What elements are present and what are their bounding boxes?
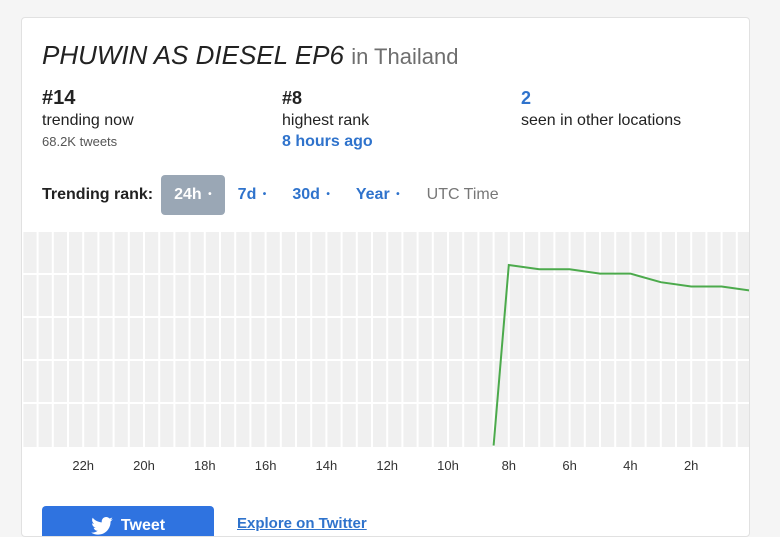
page-title: PHUWIN AS DIESEL EP6 in Thailand (42, 40, 458, 72)
rank-label: Trending rank: (42, 186, 153, 204)
x-tick-label: 10h (437, 458, 459, 473)
other-locations-label: seen in other locations (521, 110, 681, 132)
x-tick-label: 6h (562, 458, 576, 473)
x-tick-label: 4h (623, 458, 637, 473)
x-tick-label: 20h (133, 458, 155, 473)
tweet-count: 68.2K tweets (42, 132, 134, 152)
highest-rank: #8 (282, 86, 373, 110)
highest-rank-time: 8 hours ago (282, 132, 373, 152)
stat-trending-now: #14 trending now 68.2K tweets (42, 86, 134, 152)
rank-chart (22, 232, 750, 447)
range-year-button[interactable]: Year • (343, 175, 413, 215)
tweet-button-label: Tweet (121, 517, 165, 535)
x-tick-label: 8h (502, 458, 516, 473)
x-tick-label: 18h (194, 458, 216, 473)
chart-x-axis: 22h 20h 18h 16h 14h 12h 10h 8h 6h 4h 2h (22, 458, 750, 478)
rank-series-line (494, 265, 750, 446)
trend-card: PHUWIN AS DIESEL EP6 in Thailand #14 tre… (21, 17, 750, 537)
highest-rank-label: highest rank (282, 110, 373, 132)
x-tick-label: 22h (72, 458, 94, 473)
rank-range-selector: Trending rank: 24h • 7d • 30d • Year • U… (42, 175, 499, 215)
x-tick-label: 14h (316, 458, 338, 473)
stat-other-locations[interactable]: 2 seen in other locations (521, 86, 681, 132)
explore-on-twitter-link[interactable]: Explore on Twitter (237, 515, 367, 532)
range-30d-button[interactable]: 30d • (279, 175, 343, 215)
x-tick-label: 2h (684, 458, 698, 473)
utc-time-toggle[interactable]: UTC Time (413, 186, 499, 204)
stat-highest-rank: #8 highest rank 8 hours ago (282, 86, 373, 152)
current-rank: #14 (42, 86, 134, 110)
x-tick-label: 12h (376, 458, 398, 473)
x-tick-label: 16h (255, 458, 277, 473)
trend-name: PHUWIN AS DIESEL EP6 (42, 40, 344, 70)
range-7d-button[interactable]: 7d • (225, 175, 280, 215)
range-24h-button[interactable]: 24h • (161, 175, 225, 215)
twitter-bird-icon (91, 517, 113, 535)
rank-chart-svg (22, 232, 750, 447)
tweet-button[interactable]: Tweet (42, 506, 214, 537)
current-rank-label: trending now (42, 110, 134, 132)
other-locations-count[interactable]: 2 (521, 86, 681, 110)
trend-location: in Thailand (351, 44, 458, 69)
